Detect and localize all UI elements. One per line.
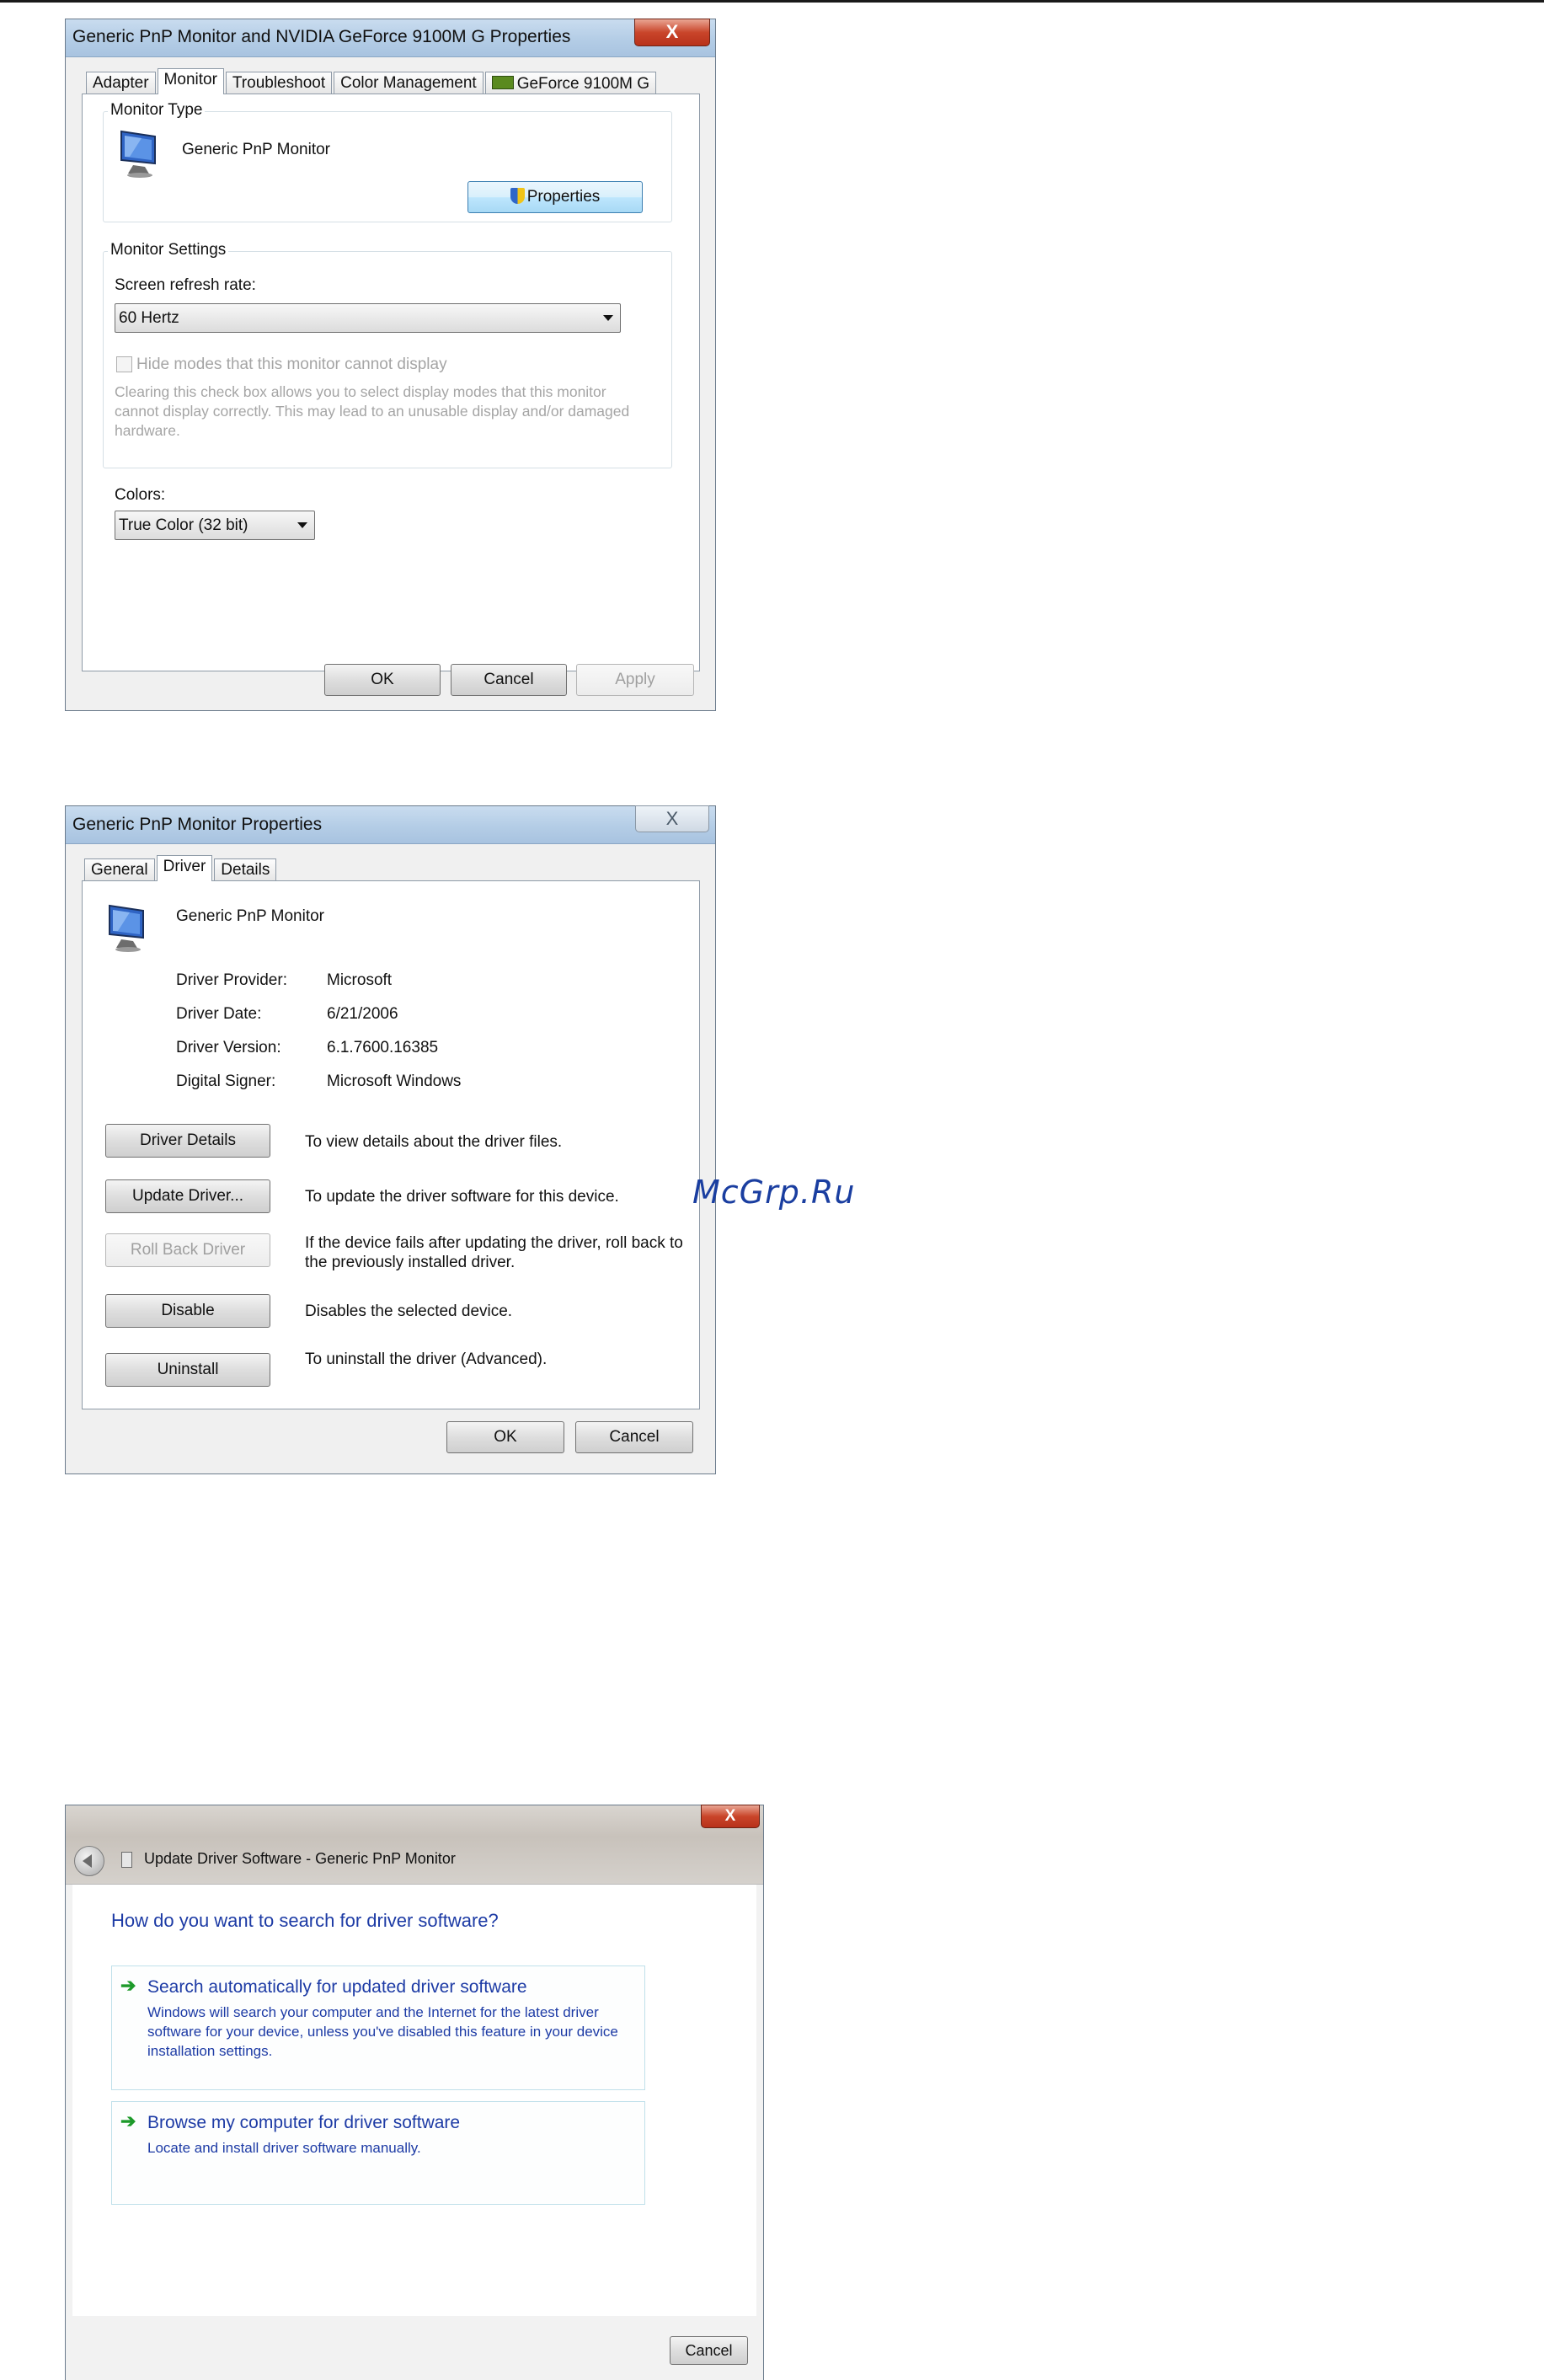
close-button[interactable]: X (701, 1805, 760, 1828)
digital-signer-value: Microsoft Windows (327, 1072, 462, 1090)
colors-select[interactable]: True Color (32 bit) (115, 511, 315, 540)
monitor-settings-legend: Monitor Settings (108, 241, 229, 259)
colors-value: True Color (32 bit) (119, 516, 248, 534)
driver-tab-panel: Generic PnP Monitor Driver Provider: Mic… (82, 880, 700, 1409)
wizard-heading: How do you want to search for driver sof… (111, 1910, 499, 1931)
tab-general[interactable]: General (84, 858, 155, 880)
driver-details-desc: To view details about the driver files. (305, 1133, 563, 1151)
monitor-name: Generic PnP Monitor (182, 141, 331, 158)
tab-strip: Adapter Monitor Troubleshoot Color Manag… (86, 67, 658, 94)
wizard-title: Update Driver Software - Generic PnP Mon… (144, 1850, 456, 1867)
colors-label: Colors: (115, 486, 166, 504)
driver-details-button[interactable]: Driver Details (105, 1124, 270, 1158)
monitor-icon (120, 130, 156, 178)
update-driver-wizard: Update Driver Software - Generic PnP Mon… (66, 1805, 763, 2380)
dialog-title: Generic PnP Monitor Properties (72, 815, 323, 834)
tab-adapter[interactable]: Adapter (86, 72, 156, 94)
tab-geforce-label: GeForce 9100M G (516, 75, 650, 93)
roll-back-driver-desc: If the device fails after updating the d… (305, 1234, 683, 1271)
monitor-icon (109, 904, 144, 952)
arrow-right-icon: ➔ (120, 2110, 136, 2131)
tab-geforce[interactable]: GeForce 9100M G (484, 72, 657, 94)
page-top-rule (0, 0, 1544, 3)
device-name: Generic PnP Monitor (176, 907, 325, 925)
update-driver-desc: To update the driver software for this d… (305, 1188, 619, 1206)
dialog-title: Generic PnP Monitor and NVIDIA GeForce 9… (72, 27, 571, 46)
update-driver-button[interactable]: Update Driver... (105, 1179, 270, 1213)
refresh-rate-label: Screen refresh rate: (115, 276, 256, 294)
apply-button[interactable]: Apply (576, 664, 694, 696)
ok-button[interactable]: OK (324, 664, 441, 696)
monitor-tab-panel: Monitor Type Generic PnP Monitor Propert… (82, 94, 700, 671)
tab-strip: General Driver Details (84, 853, 278, 881)
uninstall-button[interactable]: Uninstall (105, 1353, 270, 1387)
driver-provider-label: Driver Provider: (176, 971, 287, 989)
roll-back-driver-button[interactable]: Roll Back Driver (105, 1233, 270, 1267)
ok-button[interactable]: OK (446, 1421, 564, 1453)
shield-icon (510, 188, 525, 204)
chevron-down-icon (603, 314, 613, 321)
cancel-button[interactable]: Cancel (451, 664, 567, 696)
tab-monitor[interactable]: Monitor (157, 68, 224, 94)
monitor-properties-dialog: Generic PnP Monitor Properties X General… (66, 805, 715, 1473)
tab-color-management[interactable]: Color Management (334, 72, 484, 94)
title-bar[interactable]: Update Driver Software - Generic PnP Mon… (66, 1805, 763, 1885)
hide-modes-note: Clearing this check box allows you to se… (115, 383, 630, 439)
device-manager-icon (121, 1852, 132, 1868)
title-bar[interactable]: Generic PnP Monitor Properties X (66, 805, 715, 844)
driver-date-label: Driver Date: (176, 1005, 262, 1023)
display-properties-dialog: Generic PnP Monitor and NVIDIA GeForce 9… (66, 19, 715, 710)
search-automatically-title: Search automatically for updated driver … (147, 1977, 527, 1997)
close-icon: X (665, 808, 679, 829)
tab-troubleshoot[interactable]: Troubleshoot (225, 72, 333, 94)
tab-details[interactable]: Details (214, 858, 277, 880)
back-arrow-icon (83, 1854, 92, 1868)
close-button[interactable]: X (635, 805, 709, 832)
refresh-rate-select[interactable]: 60 Hertz (115, 303, 621, 333)
properties-button[interactable]: Properties (467, 181, 643, 213)
close-button[interactable]: X (634, 19, 710, 46)
watermark: McGrp.Ru (692, 1174, 856, 1211)
nvidia-icon (491, 76, 514, 89)
arrow-right-icon: ➔ (120, 1975, 136, 1996)
hide-modes-label: Hide modes that this monitor cannot disp… (136, 356, 447, 373)
uninstall-desc: To uninstall the driver (Advanced). (305, 1350, 548, 1368)
browse-computer-title: Browse my computer for driver software (147, 2113, 461, 2132)
monitor-type-legend: Monitor Type (108, 101, 206, 120)
driver-version-label: Driver Version: (176, 1039, 281, 1056)
driver-version-value: 6.1.7600.16385 (327, 1039, 439, 1056)
refresh-rate-value: 60 Hertz (119, 309, 179, 327)
search-automatically-desc: Windows will search your computer and th… (147, 2004, 618, 2059)
cancel-button[interactable]: Cancel (575, 1421, 693, 1453)
driver-date-value: 6/21/2006 (327, 1005, 398, 1023)
browse-computer-desc: Locate and install driver software manua… (147, 2140, 421, 2156)
hide-modes-checkbox[interactable] (116, 356, 132, 372)
disable-desc: Disables the selected device. (305, 1302, 513, 1320)
search-automatically-option[interactable]: ➔ Search automatically for updated drive… (111, 1966, 645, 2090)
disable-button[interactable]: Disable (105, 1294, 270, 1328)
digital-signer-label: Digital Signer: (176, 1072, 276, 1090)
properties-label: Properties (526, 188, 601, 206)
close-icon: X (724, 1807, 736, 1825)
chevron-down-icon (297, 521, 307, 528)
cancel-button[interactable]: Cancel (670, 2336, 748, 2365)
back-button[interactable] (74, 1846, 104, 1876)
browse-computer-option[interactable]: ➔ Browse my computer for driver software… (111, 2101, 645, 2205)
wizard-content: How do you want to search for driver sof… (72, 1885, 756, 2316)
title-bar[interactable]: Generic PnP Monitor and NVIDIA GeForce 9… (66, 19, 715, 57)
driver-provider-value: Microsoft (327, 971, 393, 989)
close-icon: X (665, 21, 679, 42)
tab-driver[interactable]: Driver (156, 855, 213, 881)
